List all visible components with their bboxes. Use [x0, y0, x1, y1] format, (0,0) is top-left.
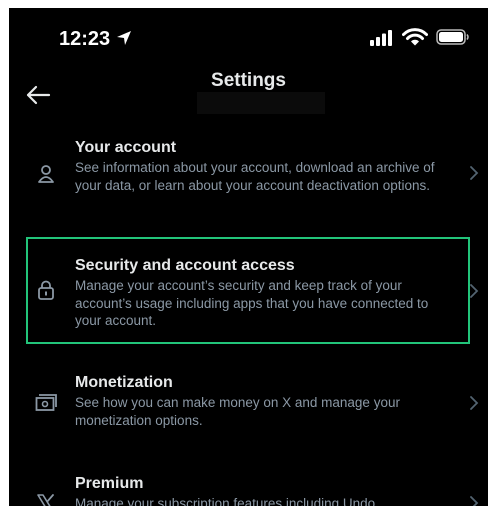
chevron-right-icon	[470, 496, 479, 506]
battery-icon	[436, 29, 469, 45]
settings-item-your-account[interactable]: Your account See information about your …	[9, 139, 488, 219]
person-icon	[38, 165, 54, 183]
settings-item-description: See information about your account, down…	[75, 160, 435, 193]
chevron-right-icon	[470, 396, 479, 410]
chevron-right-icon	[470, 166, 479, 180]
settings-item-monetization[interactable]: Monetization See how you can make money …	[9, 374, 488, 438]
settings-screen: 12:23 Settings Your account See informat…	[9, 8, 488, 506]
header: Settings	[9, 64, 488, 118]
settings-item-security[interactable]: Security and account access Manage your …	[9, 257, 488, 337]
status-bar: 12:23	[9, 8, 488, 64]
settings-item-title: Premium	[75, 475, 144, 492]
settings-item-title: Your account	[75, 139, 177, 156]
settings-item-description: Manage your account’s security and keep …	[75, 278, 429, 328]
page-title: Settings	[211, 70, 286, 91]
settings-item-title: Security and account access	[75, 257, 295, 274]
settings-item-description: Manage your subscription features includ…	[75, 496, 376, 506]
status-time: 12:23	[59, 28, 111, 50]
lock-icon	[38, 280, 54, 300]
location-arrow-icon	[117, 31, 131, 45]
chevron-right-icon	[470, 284, 479, 298]
settings-item-premium[interactable]: Premium Manage your subscription feature…	[9, 475, 488, 506]
settings-item-description: See how you can make money on X and mana…	[75, 395, 400, 428]
signal-icon	[370, 30, 392, 46]
wifi-icon	[402, 28, 428, 46]
x-logo-icon	[37, 494, 54, 506]
money-icon	[35, 394, 57, 411]
settings-item-title: Monetization	[75, 374, 173, 391]
